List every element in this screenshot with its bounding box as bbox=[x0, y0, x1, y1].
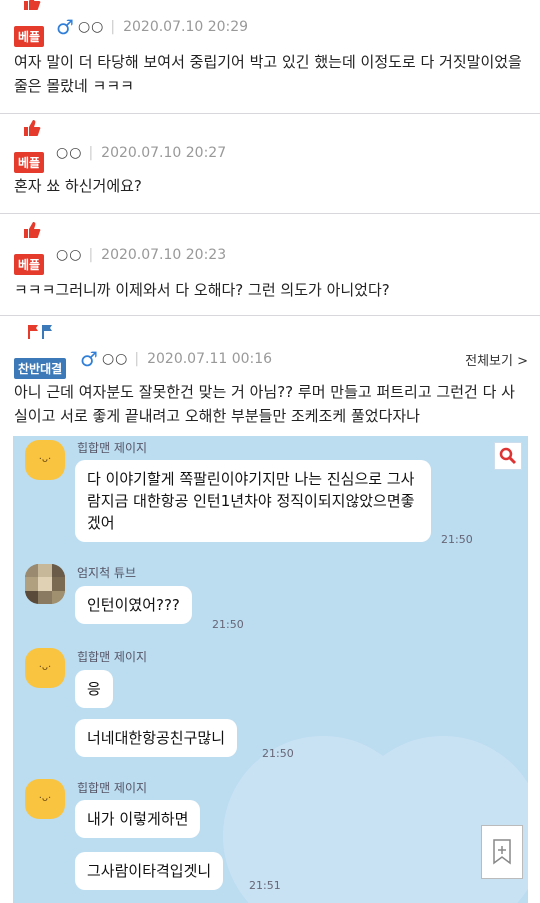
best-badge: 베플 bbox=[14, 120, 48, 173]
chat-bubble: 응 bbox=[75, 670, 113, 708]
message-time: 21:50 bbox=[212, 618, 244, 631]
bookmark-icon[interactable] bbox=[481, 825, 523, 879]
comment-2: 베플 ○○ | 2020.07.10 20:27 혼자 쑈 하신거에요? bbox=[0, 114, 540, 214]
chat-bubble: 다 이야기할게 쪽팔린이야기지만 나는 진심으로 그사람지금 대한항공 인턴1년… bbox=[75, 460, 431, 542]
comment-date: 2020.07.10 20:29 bbox=[123, 19, 249, 35]
divider: | bbox=[134, 351, 140, 367]
chat-bubble: 내가 이렇게하면 bbox=[75, 800, 201, 838]
divider: | bbox=[110, 19, 116, 35]
avatar: ·ᴗ· bbox=[25, 779, 65, 819]
thumbs-up-icon bbox=[24, 222, 41, 238]
message-time: 21:51 bbox=[249, 879, 281, 892]
full-view-link[interactable]: 전체보기 > bbox=[465, 350, 528, 369]
comment-text: 혼자 쑈 하신거에요? bbox=[14, 177, 142, 195]
nickname[interactable]: ○○ bbox=[56, 247, 82, 263]
avatar-face-icon: ·ᴗ· bbox=[38, 662, 52, 673]
sender-name: 엄지척 튜브 bbox=[77, 566, 137, 580]
chat-bubble: 너네대한항공친구많니 bbox=[75, 719, 238, 757]
divider: | bbox=[88, 247, 94, 263]
search-icon[interactable] bbox=[494, 442, 522, 470]
nickname[interactable]: ○○ bbox=[102, 351, 128, 367]
comment-meta: 베플 ♂ ○○ | 2020.07.10 20:29 bbox=[14, 0, 249, 47]
sender-name: 힙합맨 제이지 bbox=[77, 781, 148, 795]
thumbs-up-icon bbox=[24, 120, 41, 136]
nickname[interactable]: ○○ bbox=[56, 145, 82, 161]
male-icon: ♂ bbox=[80, 347, 98, 371]
avatar: ·ᴗ· bbox=[25, 440, 65, 480]
divider: | bbox=[88, 145, 94, 161]
male-icon: ♂ bbox=[56, 15, 74, 39]
avatar bbox=[25, 564, 65, 604]
chat-bubble: 그사람이타격입겟니 bbox=[75, 852, 224, 890]
comment-date: 2020.07.10 20:23 bbox=[101, 247, 227, 263]
comment-1: 베플 ♂ ○○ | 2020.07.10 20:29 여자 말이 더 타당해 보… bbox=[0, 0, 540, 114]
thumbs-up-icon bbox=[24, 0, 41, 10]
comment-date: 2020.07.11 00:16 bbox=[147, 351, 273, 367]
comment-meta: 찬반대결 ♂ ○○ | 2020.07.11 00:16 bbox=[14, 325, 273, 379]
comment-3: 베플 ○○ | 2020.07.10 20:23 ㅋㅋㅋ그러니까 이제와서 다 … bbox=[0, 214, 540, 316]
message-time: 21:50 bbox=[262, 747, 294, 760]
sender-name: 힙합맨 제이지 bbox=[77, 441, 148, 455]
best-badge: 베플 bbox=[14, 222, 48, 275]
sender-name: 힙합맨 제이지 bbox=[77, 650, 148, 664]
flag-icon bbox=[28, 325, 52, 339]
comment-date: 2020.07.10 20:27 bbox=[101, 145, 227, 161]
comment-meta: 베플 ○○ | 2020.07.10 20:27 bbox=[14, 120, 227, 173]
chat-bubble: 인턴이였어??? bbox=[75, 586, 192, 624]
comment-text: ㅋㅋㅋ그러니까 이제와서 다 오해다? 그런 의도가 아니었다? bbox=[14, 281, 390, 299]
avatar: ·ᴗ· bbox=[25, 648, 65, 688]
best-badge: 베플 bbox=[14, 0, 48, 47]
chat-screenshot: ·ᴗ· 힙합맨 제이지 다 이야기할게 쪽팔린이야기지만 나는 진심으로 그사람… bbox=[13, 436, 528, 903]
comment-text: 아니 근데 여자분도 잘못한건 맞는 거 아님?? 루머 만들고 퍼트리고 그런… bbox=[14, 383, 515, 425]
nickname[interactable]: ○○ bbox=[78, 19, 104, 35]
avatar-face-icon: ·ᴗ· bbox=[38, 454, 52, 465]
comment-text: 여자 말이 더 타당해 보여서 중립기어 박고 있긴 했는데 이정도로 다 거짓… bbox=[14, 53, 522, 95]
comment-meta: 베플 ○○ | 2020.07.10 20:23 bbox=[14, 222, 227, 275]
avatar-face-icon: ·ᴗ· bbox=[38, 793, 52, 804]
vs-badge: 찬반대결 bbox=[14, 325, 72, 379]
message-time: 21:50 bbox=[441, 533, 473, 546]
